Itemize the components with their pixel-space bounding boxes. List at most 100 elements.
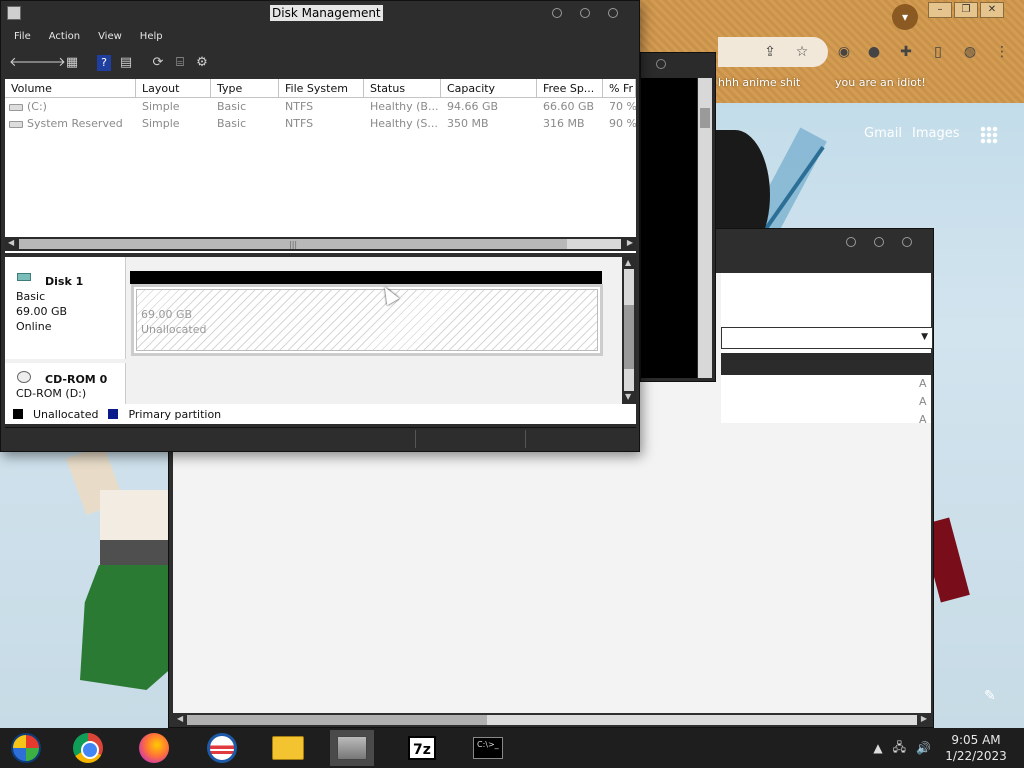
taskbar-obama[interactable] — [200, 730, 244, 766]
properties-icon[interactable]: ▤ — [117, 54, 135, 72]
chevron-down-icon[interactable]: ▾ — [892, 4, 918, 30]
taskbar-disk-management[interactable] — [330, 730, 374, 766]
forward-icon[interactable]: 🡒 — [31, 54, 66, 72]
horizontal-scrollbar[interactable]: ◀ ▶ — [173, 713, 931, 727]
disk-1-label[interactable]: Disk 1 Basic 69.00 GB Online — [5, 257, 126, 359]
maximize-button[interactable]: ❐ — [954, 2, 978, 18]
cdrom-label[interactable]: CD-ROM 0 CD-ROM (D:) — [5, 363, 126, 404]
images-link[interactable]: Images — [912, 126, 960, 141]
minimize-button[interactable] — [846, 237, 856, 247]
minimize-button[interactable] — [552, 8, 562, 18]
apps-grid-icon[interactable] — [980, 126, 998, 144]
volume-label: System Reserved — [27, 117, 123, 130]
menu-icon[interactable]: ⋮ — [992, 42, 1012, 62]
legend-label: Primary partition — [128, 407, 222, 421]
taskbar-firefox[interactable] — [132, 730, 176, 766]
settings-icon[interactable]: ⚙ — [193, 54, 211, 72]
scroll-left-icon[interactable]: ◀ — [177, 714, 183, 723]
scroll-right-icon[interactable]: ▶ — [627, 238, 633, 247]
show-hidden-icons-icon[interactable]: ▲ — [873, 741, 882, 755]
maximize-button[interactable] — [580, 8, 590, 18]
pencil-icon[interactable]: ✎ — [984, 688, 996, 704]
bookmark[interactable]: you are an idiot! — [835, 76, 926, 89]
scroll-up-icon[interactable]: ▲ — [625, 258, 631, 267]
scroll-track[interactable] — [624, 269, 634, 391]
close-button[interactable] — [608, 8, 618, 18]
scroll-down-icon[interactable]: ▼ — [625, 392, 631, 401]
sidepanel-icon[interactable]: ▯ — [928, 42, 948, 62]
vertical-scrollbar[interactable]: ▲ ▼ — [622, 257, 636, 404]
bookmark[interactable]: hhh anime shit — [718, 76, 800, 89]
menu-help[interactable]: Help — [131, 27, 172, 49]
vertical-scrollbar[interactable] — [698, 78, 712, 378]
drive-icon — [9, 103, 23, 111]
cell: Simple — [142, 100, 180, 113]
puzzle-icon[interactable]: ✚ — [896, 42, 916, 62]
column-header[interactable]: Volume — [5, 79, 136, 97]
column-header[interactable]: Capacity — [441, 79, 537, 97]
disk-type: Basic — [16, 290, 46, 303]
menu-bar: File Action View Help — [5, 27, 637, 49]
disk-management-window[interactable]: Disk Management File Action View Help 🡐 … — [0, 0, 640, 452]
start-button[interactable] — [4, 730, 48, 766]
table-row[interactable]: (C:) Simple Basic NTFS Healthy (B... 94.… — [5, 98, 636, 115]
horizontal-scrollbar[interactable]: ◀ ||| ▶ — [5, 237, 636, 251]
taskbar-command-prompt[interactable]: C:\>_ — [466, 730, 510, 766]
scroll-left-icon[interactable]: ◀ — [8, 238, 14, 247]
column-header[interactable]: File System — [279, 79, 364, 97]
console-window[interactable] — [640, 52, 716, 382]
show-hide-tree-icon[interactable]: ▦ — [63, 54, 81, 72]
scroll-track[interactable] — [187, 715, 917, 725]
taskbar-file-explorer[interactable] — [266, 730, 310, 766]
taskbar-7zip[interactable]: 7z — [400, 730, 444, 766]
share-icon[interactable]: ⇪ — [760, 42, 780, 62]
partition-label: Unallocated — [141, 323, 207, 336]
cdrom-name: CD-ROM 0 — [45, 373, 108, 386]
dropdown-select[interactable]: ▼ — [721, 327, 933, 349]
cell: Basic — [217, 117, 247, 130]
list-item[interactable]: A — [919, 377, 927, 390]
volume-icon[interactable]: 🔊 — [916, 741, 931, 755]
title-bar[interactable]: Disk Management — [1, 1, 641, 27]
back-icon[interactable]: 🡐 — [9, 54, 44, 72]
table-row[interactable]: System Reserved Simple Basic NTFS Health… — [5, 115, 636, 132]
menu-file[interactable]: File — [5, 27, 40, 49]
star-icon[interactable]: ☆ — [792, 42, 812, 62]
gmail-link[interactable]: Gmail — [864, 126, 902, 141]
clock[interactable]: 9:05 AM 1/22/2023 — [936, 732, 1016, 764]
column-header[interactable]: Type — [211, 79, 279, 97]
scroll-thumb[interactable] — [624, 305, 634, 369]
refresh-icon[interactable]: ⟳ — [149, 54, 167, 72]
extension-icon[interactable]: ◉ — [834, 42, 854, 62]
scroll-thumb[interactable] — [700, 108, 710, 128]
disk-management-icon — [7, 6, 21, 20]
rescan-icon[interactable]: ⌸ — [171, 54, 189, 72]
minimize-button[interactable]: – — [928, 2, 952, 18]
column-header[interactable]: Free Sp... — [537, 79, 603, 97]
grip-icon: ||| — [289, 240, 298, 249]
scroll-track[interactable]: ||| — [19, 239, 621, 249]
scroll-thumb[interactable] — [187, 715, 487, 725]
list-item[interactable]: A — [919, 395, 927, 408]
window-control[interactable] — [656, 59, 666, 69]
scroll-thumb[interactable]: ||| — [19, 239, 567, 249]
taskbar-chrome[interactable] — [66, 730, 110, 766]
unallocated-partition[interactable]: 69.00 GB Unallocated — [131, 284, 603, 356]
profile-icon[interactable]: ◍ — [960, 42, 980, 62]
close-button[interactable]: ✕ — [980, 2, 1004, 18]
scroll-right-icon[interactable]: ▶ — [921, 714, 927, 723]
menu-view[interactable]: View — [89, 27, 131, 49]
clock-date: 1/22/2023 — [945, 749, 1007, 763]
maximize-button[interactable] — [874, 237, 884, 247]
partition-fill: 69.00 GB Unallocated — [136, 289, 598, 351]
network-icon[interactable]: 🖧 — [893, 738, 906, 759]
column-header[interactable]: Status — [364, 79, 441, 97]
avatar[interactable]: ● — [864, 42, 884, 62]
legend-swatch-primary — [108, 409, 119, 419]
column-header[interactable]: % Fr — [603, 79, 636, 97]
close-button[interactable] — [902, 237, 912, 247]
list-item[interactable]: A — [919, 413, 927, 426]
column-header[interactable]: Layout — [136, 79, 211, 97]
menu-action[interactable]: Action — [40, 27, 89, 49]
help-icon[interactable]: ? — [97, 55, 111, 71]
